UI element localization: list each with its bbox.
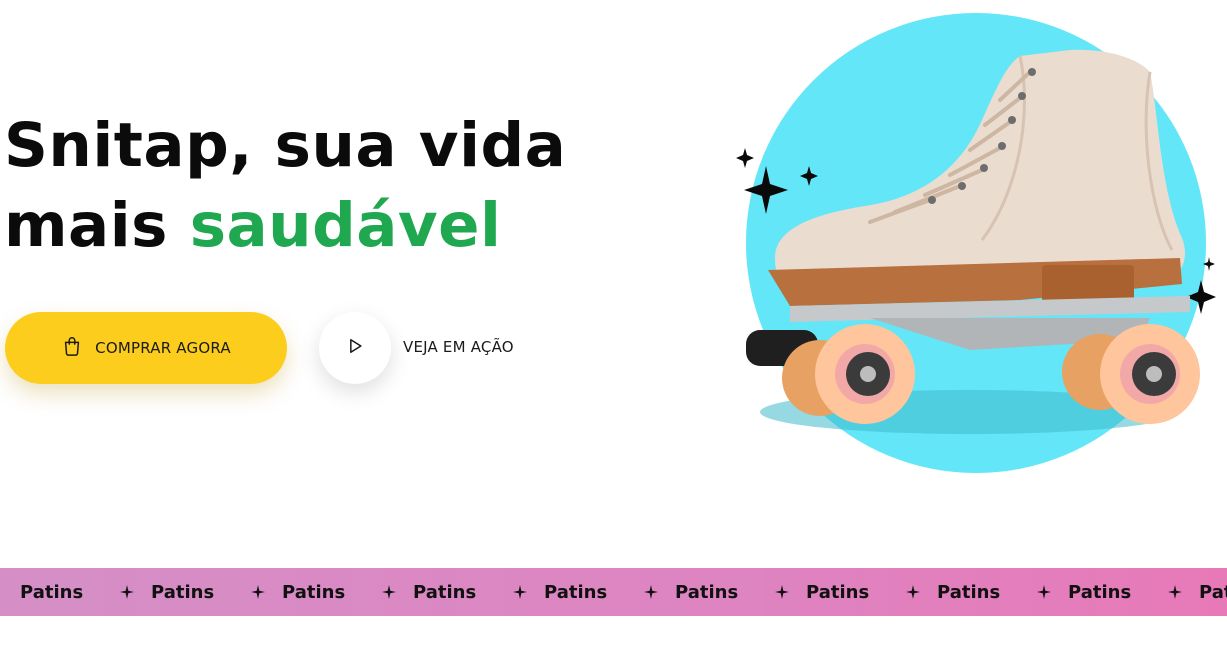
watch-video-label[interactable]: VEJA EM AÇÃO bbox=[403, 338, 514, 356]
marquee-item: Patins bbox=[1199, 568, 1227, 616]
hero-title-line-2: mais saudável bbox=[4, 190, 501, 261]
watch-video-button[interactable] bbox=[319, 312, 391, 384]
marquee-item: Patins bbox=[413, 568, 544, 616]
marquee-word: Patins bbox=[282, 581, 346, 603]
hero-title-line-1: Snitap, sua vida bbox=[4, 110, 567, 181]
hero-title-plain: mais bbox=[4, 190, 190, 261]
marquee-item: Patins bbox=[1068, 568, 1199, 616]
marquee-word: Patins bbox=[1199, 581, 1227, 603]
marquee-banner: Patins Patins Patins Patins Patins Patins Pati… bbox=[0, 568, 1227, 616]
four-point-star-icon bbox=[513, 568, 544, 616]
four-point-star-icon bbox=[644, 568, 675, 616]
marquee-item: Patins bbox=[282, 568, 413, 616]
marquee-item: Patins bbox=[675, 568, 806, 616]
play-icon bbox=[345, 336, 365, 360]
marquee-word: Patins bbox=[413, 581, 477, 603]
marquee-word: Patins bbox=[1068, 581, 1132, 603]
four-point-star-icon bbox=[1168, 568, 1199, 616]
marquee-word: Patins bbox=[675, 581, 739, 603]
four-point-star-icon bbox=[1037, 568, 1068, 616]
buy-now-label: COMPRAR AGORA bbox=[95, 339, 231, 357]
marquee-word: Patins bbox=[20, 581, 84, 603]
marquee-word: Patins bbox=[151, 581, 215, 603]
four-point-star-icon bbox=[775, 568, 806, 616]
four-point-star-icon bbox=[120, 568, 151, 616]
marquee-item: Patins bbox=[151, 568, 282, 616]
marquee-word: Patins bbox=[937, 581, 1001, 603]
four-point-star-icon bbox=[382, 568, 413, 616]
hero-image bbox=[736, 13, 1216, 473]
marquee-item: Patins bbox=[20, 568, 151, 616]
marquee-word: Patins bbox=[544, 581, 608, 603]
four-point-star-icon bbox=[906, 568, 937, 616]
four-point-star-icon bbox=[251, 568, 282, 616]
marquee-item: Patins bbox=[544, 568, 675, 616]
marquee-item: Patins bbox=[806, 568, 937, 616]
hero-title: Snitap, sua vida mais saudável bbox=[4, 106, 566, 266]
marquee-item: Patins bbox=[937, 568, 1068, 616]
hero-title-accent: saudável bbox=[189, 190, 502, 261]
marquee-track: Patins Patins Patins Patins Patins Patins Pati… bbox=[20, 568, 1227, 616]
buy-now-button[interactable]: COMPRAR AGORA bbox=[5, 312, 287, 384]
marquee-word: Patins bbox=[806, 581, 870, 603]
shopping-bag-icon bbox=[61, 335, 83, 361]
